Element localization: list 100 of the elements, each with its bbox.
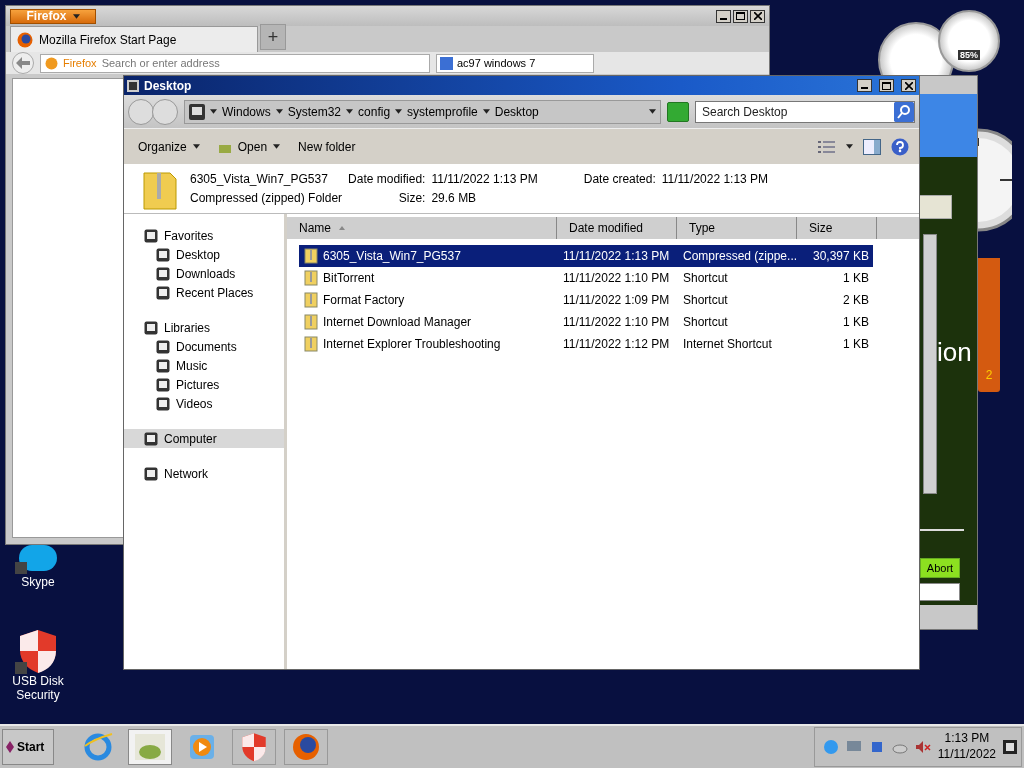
detail-label: Size: bbox=[397, 191, 426, 205]
table-cell-text: 1 KB bbox=[842, 337, 870, 351]
nav-item[interactable]: Libraries bbox=[124, 318, 284, 337]
table-cell-text: Shortcut bbox=[682, 315, 729, 329]
square-icon bbox=[156, 339, 170, 354]
nav-item[interactable]: Videos bbox=[124, 394, 284, 413]
toolbar-button[interactable]: New folder bbox=[294, 137, 360, 156]
toolbar-button[interactable]: Open bbox=[213, 137, 285, 156]
detail-label: Date modified: bbox=[348, 172, 426, 186]
table-cell-text: Shortcut bbox=[682, 271, 729, 285]
table-cell-text: Compressed (zippe... bbox=[682, 249, 797, 263]
computer-icon bbox=[189, 103, 205, 120]
column-header[interactable]: Size bbox=[797, 217, 877, 239]
clock[interactable]: 1:13 PM 11/11/2022 bbox=[937, 731, 996, 763]
browser-tab[interactable]: Mozilla Firefox Start Page bbox=[10, 26, 258, 52]
table-cell-text: 1 KB bbox=[842, 271, 870, 285]
table-cell-text: 30,397 KB bbox=[811, 249, 870, 263]
muted-speaker-icon[interactable] bbox=[914, 739, 931, 755]
help-icon[interactable] bbox=[891, 137, 909, 156]
breadcrumb-item[interactable]: System32 bbox=[287, 104, 342, 119]
file-name: BitTorrent bbox=[323, 271, 375, 285]
file-name: Format Factory bbox=[323, 293, 405, 307]
table-cell-text: 11/11/2022 1:12 PM bbox=[562, 337, 671, 351]
search-icon[interactable] bbox=[894, 101, 914, 122]
column-header[interactable]: Type bbox=[677, 217, 797, 239]
file-row[interactable]: Internet Explorer Troubleshooting 11/11/2022 1:12 PM Internet Shortcut 1 KB bbox=[299, 333, 873, 355]
nav-item[interactable]: Pictures bbox=[124, 375, 284, 394]
show-desktop-icon[interactable] bbox=[1003, 740, 1017, 754]
address-bar[interactable]: Firefox Search or enter address bbox=[40, 53, 430, 73]
taskbar-button[interactable] bbox=[284, 729, 328, 765]
scrollbar[interactable] bbox=[923, 234, 937, 494]
chevron-icon bbox=[346, 109, 354, 114]
breadcrumb-item[interactable]: Desktop bbox=[494, 104, 539, 119]
breadcrumb-item[interactable]: Windows bbox=[222, 104, 271, 119]
file-row[interactable]: Format Factory 11/11/2022 1:09 PM Shortcut 2 KB bbox=[299, 289, 873, 311]
column-header[interactable]: Date modified bbox=[557, 217, 677, 239]
new-tab-button[interactable]: + bbox=[260, 24, 286, 50]
search-field[interactable]: Search Desktop bbox=[695, 100, 915, 123]
minimize-button[interactable] bbox=[857, 79, 872, 92]
toolbar-button[interactable]: Organize bbox=[134, 137, 204, 156]
square-icon bbox=[156, 358, 170, 373]
file-icon bbox=[303, 270, 319, 286]
file-row[interactable]: Internet Download Manager 11/11/2022 1:10 PM Shortcut 1 KB bbox=[299, 311, 873, 333]
detail-value: 11/11/2022 1:13 PM bbox=[431, 172, 538, 186]
breadcrumb-item[interactable]: systemprofile bbox=[407, 104, 478, 119]
close-icon bbox=[753, 12, 762, 20]
abort-button[interactable]: Abort bbox=[920, 558, 960, 578]
square-icon bbox=[144, 431, 158, 446]
maximize-icon bbox=[736, 12, 745, 20]
nav-item[interactable]: Desktop bbox=[124, 245, 284, 264]
breadcrumb-bar[interactable]: Windows System32 config systemprofile Desktop bbox=[184, 99, 661, 124]
circle-icon bbox=[45, 56, 58, 70]
view-icon[interactable] bbox=[818, 139, 836, 154]
file-row[interactable]: 6305_Vista_Win7_PG537 11/11/2022 1:13 PM Compressed (zippe... 30,397 KB bbox=[299, 245, 873, 267]
breadcrumb-item[interactable]: config bbox=[358, 104, 391, 119]
desktop-icon-label[interactable]: Skype bbox=[21, 575, 55, 589]
column-header[interactable]: Name bbox=[287, 217, 557, 239]
start-button[interactable]: Start bbox=[2, 729, 54, 765]
dropdown-icon bbox=[649, 109, 656, 114]
chevron-icon bbox=[482, 109, 490, 114]
refresh-button[interactable] bbox=[667, 101, 689, 122]
desktop-icon-label[interactable]: USB Disk Security bbox=[3, 674, 73, 702]
nav-item[interactable]: Music bbox=[124, 356, 284, 375]
detail-value: 11/11/2022 1:13 PM bbox=[661, 172, 769, 186]
detail-label: Date created: bbox=[583, 172, 656, 186]
close-button[interactable] bbox=[901, 79, 916, 92]
maximize-icon bbox=[882, 81, 891, 90]
nav-item[interactable]: Favorites bbox=[124, 226, 284, 245]
nav-item[interactable]: Recent Places bbox=[124, 283, 284, 302]
nav-item[interactable]: Computer bbox=[124, 429, 284, 448]
file-name: Internet Explorer Troubleshooting bbox=[323, 337, 501, 351]
close-icon bbox=[904, 81, 913, 90]
search-engine-icon bbox=[440, 56, 453, 70]
taskbar-button[interactable] bbox=[128, 729, 172, 765]
preview-pane-icon[interactable] bbox=[863, 138, 881, 155]
taskbar-button[interactable] bbox=[232, 729, 276, 765]
globe-icon bbox=[83, 732, 113, 762]
square-icon bbox=[144, 320, 158, 335]
firefox-logo-icon bbox=[17, 31, 33, 48]
note-text: 2 bbox=[985, 368, 993, 382]
file-icon bbox=[303, 314, 319, 330]
table-cell-text: 11/11/2022 1:13 PM bbox=[562, 249, 671, 263]
minimize-button[interactable] bbox=[716, 9, 731, 23]
file-name: 6305_Vista_Win7_PG537 bbox=[323, 249, 461, 263]
file-row[interactable]: BitTorrent 11/11/2022 1:10 PM Shortcut 1 KB bbox=[299, 267, 873, 289]
close-button[interactable] bbox=[750, 9, 765, 23]
chevron-icon bbox=[395, 109, 403, 114]
shield-icon bbox=[239, 731, 269, 763]
back-button[interactable] bbox=[12, 52, 34, 74]
maximize-button[interactable] bbox=[879, 79, 894, 92]
square-icon bbox=[156, 377, 170, 392]
gauge-reading: 85% bbox=[958, 50, 980, 60]
nav-item[interactable]: Downloads bbox=[124, 264, 284, 283]
table-cell-text: 11/11/2022 1:10 PM bbox=[562, 271, 671, 285]
arrow-left-icon bbox=[16, 57, 30, 69]
maximize-button[interactable] bbox=[733, 9, 748, 23]
search-field[interactable]: ac97 windows 7 bbox=[436, 53, 594, 73]
nav-item[interactable]: Documents bbox=[124, 337, 284, 356]
nav-item[interactable]: Network bbox=[124, 464, 284, 483]
square-icon bbox=[156, 285, 170, 300]
